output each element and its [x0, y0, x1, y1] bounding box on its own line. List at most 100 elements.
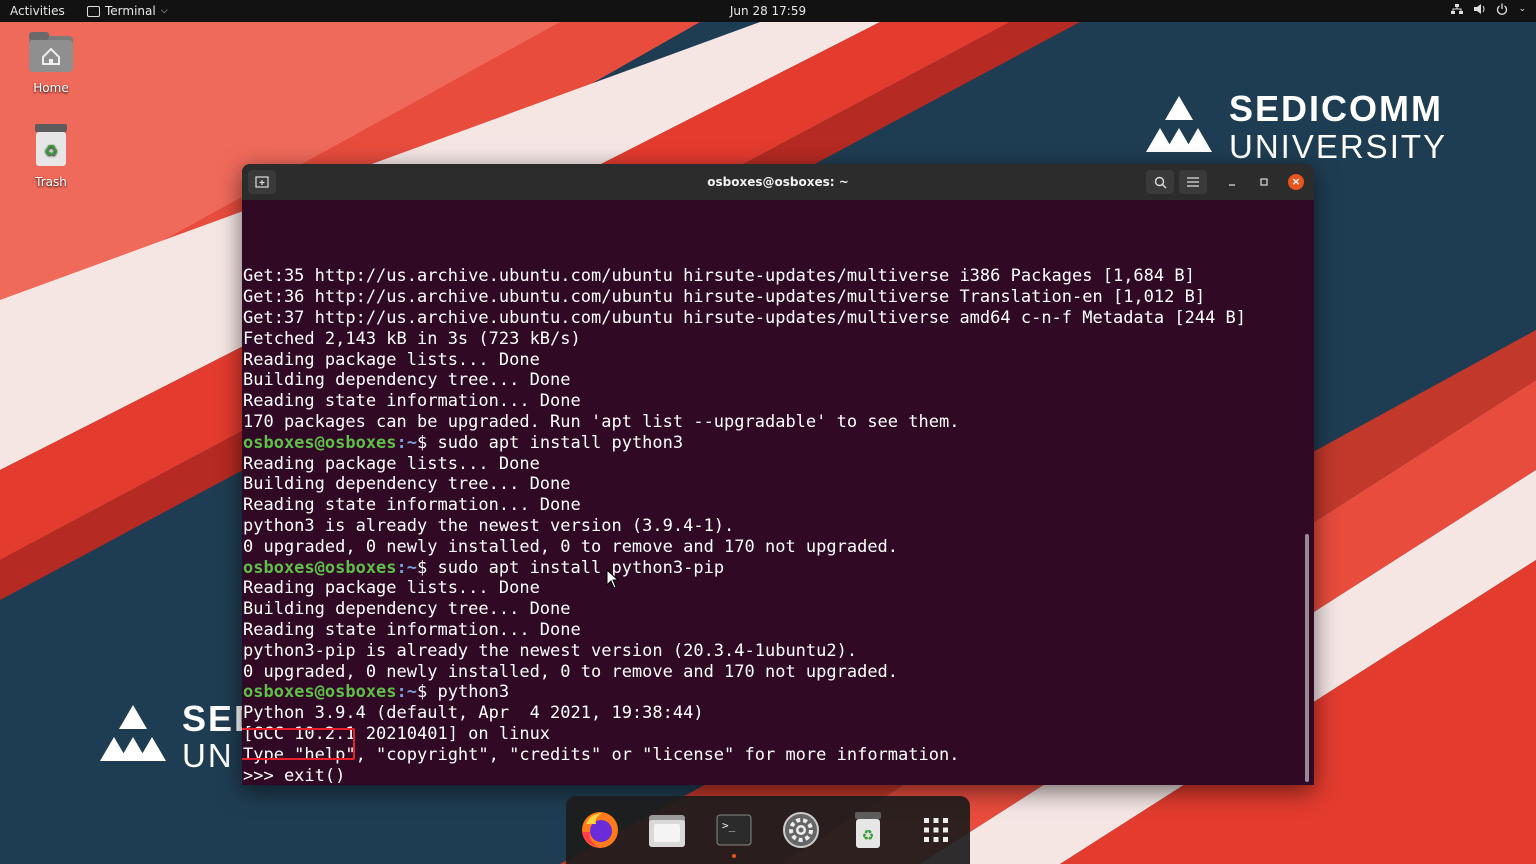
activities-button[interactable]: Activities — [10, 4, 65, 18]
top-bar: Activities Terminal ⌵ Jun 28 17:59 ⌄ — [0, 0, 1536, 22]
terminal-prompt-line: osboxes@osboxes:~$ python3 — [242, 682, 1302, 703]
terminal-output-line: Python 3.9.4 (default, Apr 4 2021, 19:38… — [242, 703, 1302, 724]
trash-icon: ♻ — [855, 812, 881, 848]
chevron-down-icon: ⌵ — [160, 6, 168, 16]
terminal-icon — [87, 5, 100, 17]
terminal-output-line: Building dependency tree... Done — [242, 370, 1302, 391]
terminal-icon: >_ — [716, 814, 752, 846]
close-icon: × — [1291, 175, 1301, 188]
terminal-header-bar[interactable]: osboxes@osboxes: ~ × — [242, 164, 1314, 200]
svg-text:♻: ♻ — [862, 828, 875, 844]
prompt-command: $ sudo apt install python3 — [417, 432, 684, 453]
terminal-output-line: Get:37 http://us.archive.ubuntu.com/ubun… — [242, 308, 1302, 329]
output-text: Get:37 http://us.archive.ubuntu.com/ubun… — [243, 307, 1247, 328]
menu-button[interactable] — [1179, 170, 1207, 194]
output-text: Building dependency tree... Done — [243, 474, 571, 495]
svg-text:♻: ♻ — [44, 141, 58, 160]
output-text: Fetched 2,143 kB in 3s (723 kB/s) — [243, 328, 581, 349]
system-tray[interactable]: ⌄ — [1451, 3, 1526, 15]
desktop-icon-label: Trash — [35, 175, 67, 189]
new-tab-button[interactable] — [248, 170, 276, 194]
prompt-command: $ python3 — [417, 682, 510, 703]
prompt-path: :~ — [396, 682, 418, 703]
terminal-output-line: 0 upgraded, 0 newly installed, 0 to remo… — [242, 662, 1302, 683]
network-icon — [1451, 4, 1464, 14]
volume-icon — [1474, 4, 1485, 14]
running-indicator — [732, 854, 736, 858]
terminal-output-line: [GCC 10.2.1 20210401] on linux — [242, 724, 1302, 745]
close-button[interactable]: × — [1288, 174, 1304, 190]
settings-icon — [783, 812, 819, 848]
terminal-output-line: >>> exit() — [242, 766, 1302, 785]
output-text: Python 3.9.4 (default, Apr 4 2021, 19:38… — [243, 703, 704, 724]
trash-icon: ♻ — [35, 124, 67, 166]
desktop-icon-trash[interactable]: ♻ Trash — [11, 122, 91, 189]
home-folder-icon — [29, 32, 73, 72]
output-text: [GCC 10.2.1 20210401] on linux — [243, 723, 551, 744]
brand-subtitle: UNIVERSITY — [1229, 128, 1448, 165]
terminal-output-line: Reading state information... Done — [242, 620, 1302, 641]
brand-subtitle: UN — [182, 737, 234, 774]
prompt-command: $ sudo apt install python3-pip — [417, 557, 725, 578]
desktop-icon-home[interactable]: Home — [11, 30, 91, 95]
prompt-path: :~ — [396, 557, 418, 578]
mouse-pointer-icon — [606, 569, 620, 589]
terminal-output-line: python3-pip is already the newest versio… — [242, 641, 1302, 662]
output-text: 0 upgraded, 0 newly installed, 0 to remo… — [243, 661, 899, 682]
output-text: Building dependency tree... Done — [243, 599, 571, 620]
search-button[interactable] — [1146, 170, 1174, 194]
terminal-output-line: Reading package lists... Done — [242, 454, 1302, 475]
prompt-user: osboxes@osboxes — [243, 557, 397, 578]
maximize-icon — [1260, 178, 1268, 186]
minimize-icon — [1229, 184, 1235, 186]
desktop-icon-label: Home — [33, 81, 69, 95]
svg-text:>_: >_ — [722, 819, 736, 832]
terminal-output-line: Fetched 2,143 kB in 3s (723 kB/s) — [242, 329, 1302, 350]
dock-item-firefox[interactable] — [578, 808, 622, 852]
output-text: Reading state information... Done — [243, 391, 581, 412]
dock-item-show-apps[interactable] — [914, 808, 958, 852]
maximize-button[interactable] — [1250, 170, 1278, 194]
search-icon — [1154, 176, 1166, 188]
sedicomm-logo — [100, 705, 166, 761]
terminal-scrollbar[interactable] — [1305, 534, 1309, 782]
output-text: Building dependency tree... Done — [243, 370, 571, 391]
output-text: Reading state information... Done — [243, 619, 581, 640]
dock-item-terminal[interactable]: >_ — [712, 808, 756, 858]
terminal-output-line: Reading package lists... Done — [242, 578, 1302, 599]
show-apps-icon — [924, 818, 948, 842]
dock-item-files[interactable] — [645, 808, 689, 852]
new-tab-icon — [255, 176, 269, 188]
output-text: Get:36 http://us.archive.ubuntu.com/ubun… — [243, 287, 1206, 308]
output-text: >>> exit() — [243, 765, 346, 785]
terminal-output-line: 170 packages can be upgraded. Run 'apt l… — [242, 412, 1302, 433]
output-text: 0 upgraded, 0 newly installed, 0 to remo… — [243, 536, 899, 557]
clock[interactable]: Jun 28 17:59 — [0, 4, 1536, 18]
terminal-prompt-line: osboxes@osboxes:~$ sudo apt install pyth… — [242, 433, 1302, 454]
dock-item-trash[interactable]: ♻ — [846, 808, 890, 852]
terminal-output-line: Reading state information... Done — [242, 391, 1302, 412]
output-text: Reading package lists... Done — [243, 453, 540, 474]
firefox-icon — [582, 812, 618, 848]
dock-item-settings[interactable] — [779, 808, 823, 852]
output-text: Reading state information... Done — [243, 495, 581, 516]
minimize-button[interactable] — [1218, 170, 1246, 194]
prompt-path: :~ — [396, 432, 418, 453]
output-text: 170 packages can be upgraded. Run 'apt l… — [243, 411, 960, 432]
power-icon — [1497, 3, 1508, 15]
terminal-output[interactable]: Get:35 http://us.archive.ubuntu.com/ubun… — [242, 204, 1302, 785]
terminal-prompt-line: osboxes@osboxes:~$ sudo apt install pyth… — [242, 558, 1302, 579]
terminal-output-line: Building dependency tree... Done — [242, 474, 1302, 495]
terminal-window[interactable]: osboxes@osboxes: ~ × Get:35 http://us.ar… — [242, 164, 1314, 785]
terminal-output-line: Get:36 http://us.archive.ubuntu.com/ubun… — [242, 287, 1302, 308]
output-text: Type "help", "copyright", "credits" or "… — [243, 744, 960, 765]
terminal-output-line: Building dependency tree... Done — [242, 599, 1302, 620]
output-text: Reading package lists... Done — [243, 578, 540, 599]
chevron-down-icon: ⌄ — [1518, 4, 1526, 14]
app-menu[interactable]: Terminal ⌵ — [87, 4, 168, 18]
hamburger-menu-icon — [1187, 177, 1199, 187]
terminal-output-line: python3 is already the newest version (3… — [242, 516, 1302, 537]
terminal-output-line: Reading state information... Done — [242, 495, 1302, 516]
terminal-output-line: 0 upgraded, 0 newly installed, 0 to remo… — [242, 537, 1302, 558]
output-text: Get:35 http://us.archive.ubuntu.com/ubun… — [243, 266, 1195, 287]
